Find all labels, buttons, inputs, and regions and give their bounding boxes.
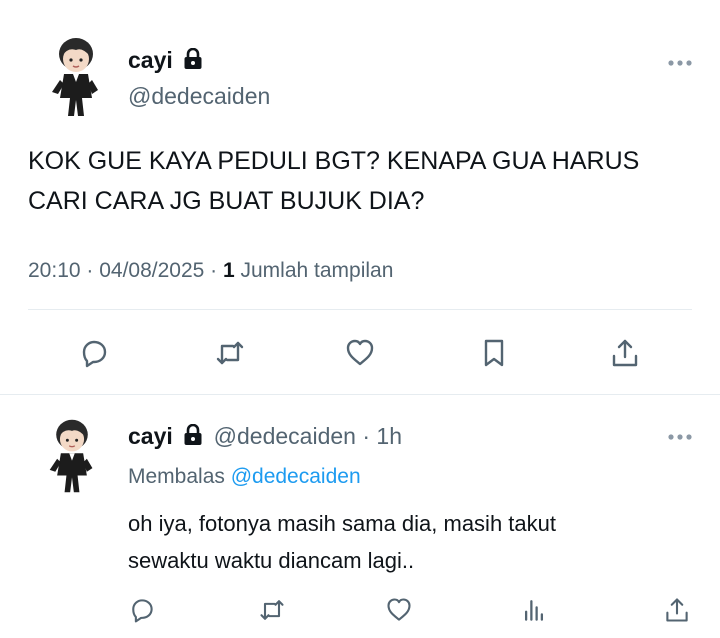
display-name[interactable]: cayi	[128, 423, 173, 449]
tweet-meta: 20:10 · 04/08/2025 · 1 Jumlah tampilan	[28, 259, 393, 283]
share-icon[interactable]	[659, 592, 695, 628]
bookmark-icon[interactable]	[476, 335, 512, 371]
views-icon[interactable]	[516, 592, 552, 628]
timestamp[interactable]: 20:10 · 04/08/2025 ·	[28, 259, 223, 282]
divider	[28, 309, 692, 310]
tweet-text: oh iya, fotonya masih sama dia, masih ta…	[128, 505, 556, 579]
retweet-icon[interactable]	[254, 592, 290, 628]
view-label: Jumlah tampilan	[234, 259, 394, 282]
handle[interactable]: @dedecaiden	[128, 83, 270, 110]
replying-to: Membalas @dedecaiden	[128, 465, 361, 489]
reply-icon[interactable]	[124, 592, 160, 628]
share-icon[interactable]	[607, 335, 643, 371]
display-name[interactable]: cayi	[128, 47, 173, 73]
tweet-text-line: sewaktu waktu diancam lagi..	[128, 548, 415, 573]
lock-icon	[184, 424, 202, 445]
tweet-text: KOK GUE KAYA PEDULI BGT? KENAPA GUA HARU…	[28, 141, 639, 221]
lock-icon	[184, 48, 202, 69]
handle-time[interactable]: @dedecaiden · 1h	[214, 423, 402, 449]
reply-header: cayi @dedecaiden · 1h	[128, 423, 402, 453]
like-icon[interactable]	[381, 592, 417, 628]
author-name-row: cayi	[128, 47, 203, 77]
tweet-text-line: CARI CARA JG BUAT BUJUK DIA?	[28, 187, 425, 215]
tweet-text-line: KOK GUE KAYA PEDULI BGT? KENAPA GUA HARU…	[28, 147, 640, 175]
mention-link[interactable]: @dedecaiden	[231, 465, 361, 488]
tweet-text-line: oh iya, fotonya masih sama dia, masih ta…	[128, 511, 556, 536]
reply-tweet[interactable]: cayi @dedecaiden · 1h Membalas @dedecaid…	[0, 395, 720, 638]
main-tweet: cayi @dedecaiden KOK GUE KAYA PEDULI BGT…	[0, 0, 720, 395]
avatar[interactable]	[46, 416, 98, 496]
retweet-icon[interactable]	[212, 335, 248, 371]
replying-prefix: Membalas	[128, 465, 231, 488]
view-count: 1	[222, 259, 235, 282]
avatar-figure-icon	[52, 38, 98, 116]
more-options-icon[interactable]	[667, 433, 693, 441]
avatar[interactable]	[48, 36, 104, 118]
avatar-figure-icon	[49, 419, 93, 493]
like-icon[interactable]	[342, 335, 378, 371]
reply-icon[interactable]	[76, 335, 112, 371]
more-options-icon[interactable]	[667, 59, 693, 67]
